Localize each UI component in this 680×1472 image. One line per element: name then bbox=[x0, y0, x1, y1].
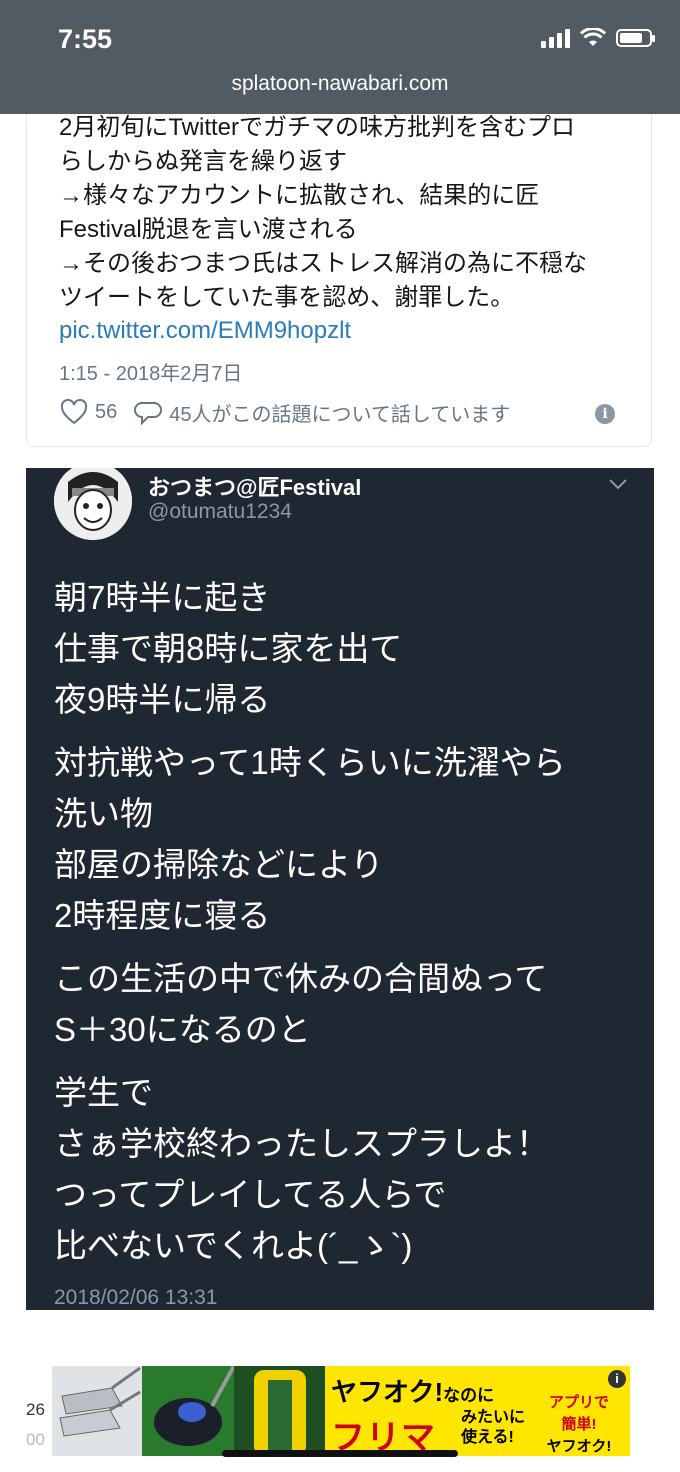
user-handle: @otumatu1234 bbox=[148, 500, 292, 523]
tweet-text-line: ツイートをしていた事を認め、謝罪した。 bbox=[59, 284, 515, 311]
ad-right-line: ヤフオク! bbox=[546, 1438, 612, 1455]
tweet-text-line: →その後おつまつ氏はストレス解消の為に不穏な bbox=[59, 250, 587, 277]
tweet-date[interactable]: 1:15 - 2018年2月7日 bbox=[59, 357, 242, 386]
reply-icon[interactable] bbox=[133, 397, 163, 427]
ad-side-line: 使える! bbox=[461, 1429, 514, 1446]
embedded-tweet-card: 2月初旬にTwitterでガチマの味方批判を含むプロ らしからぬ発言を繰り返す … bbox=[26, 92, 652, 447]
ad-right-line: 簡単! bbox=[561, 1416, 597, 1433]
home-indicator[interactable] bbox=[222, 1450, 458, 1457]
tweet-paragraph: 対抗戦やって1時くらいに洗濯やら 洗い物 部屋の掃除などにより 2時程度に寝る bbox=[54, 737, 644, 941]
tweet-text-line: Festival脱退を言い渡される bbox=[59, 216, 358, 243]
tweet-line: さぁ学校終わったしスプラしよ！ bbox=[54, 1125, 549, 1162]
tweet-paragraph: 朝7時半に起き 仕事で朝8時に家を出て 夜9時半に帰る bbox=[54, 572, 644, 725]
golf-driver-image bbox=[142, 1366, 234, 1456]
tweet-line: 洗い物 bbox=[54, 795, 153, 832]
system-icons bbox=[541, 28, 655, 48]
ad-behind-text: 26 bbox=[26, 1400, 45, 1419]
golf-bag-image bbox=[234, 1366, 325, 1456]
tweet-line: 仕事で朝8時に家を出て bbox=[54, 630, 403, 667]
tweet-image-link[interactable]: pic.twitter.com/EMM9hopzlt bbox=[59, 317, 351, 345]
tweet-text: 2月初旬にTwitterでガチマの味方批判を含むプロ らしからぬ発言を繰り返す … bbox=[59, 111, 639, 315]
like-count[interactable]: 56 bbox=[95, 401, 117, 424]
tweet-line: この生活の中で休みの合間ぬって bbox=[54, 960, 548, 997]
tweet-line: 夜9時半に帰る bbox=[54, 681, 271, 718]
conversation-text[interactable]: 45人がこの話題について話しています bbox=[169, 398, 510, 427]
tweet-line: 部屋の掃除などにより bbox=[54, 846, 384, 883]
ad-brand-name: ヤフオク! bbox=[331, 1377, 444, 1407]
tweet-text-line: らしからぬ発言を繰り返す bbox=[59, 148, 347, 175]
tweet-timestamp: 2018/02/06 13:31 bbox=[54, 1286, 218, 1309]
cellular-signal-icon bbox=[541, 28, 570, 48]
status-time: 7:55 bbox=[58, 24, 113, 54]
tweet-paragraph: この生活の中で休みの合間ぬって S＋30になるのと bbox=[54, 953, 644, 1055]
chevron-down-icon bbox=[609, 479, 627, 490]
wifi-icon bbox=[580, 28, 606, 46]
tweet-paragraph: 学生で さぁ学校終わったしスプラしよ！ つってプレイしてる人らで 比べないでくれ… bbox=[54, 1067, 644, 1271]
tweet-screenshot-image: おつまつ@匠Festival @otumatu1234 朝7時半に起き 仕事で朝… bbox=[26, 468, 654, 1310]
ad-behind-text: 00 bbox=[26, 1430, 45, 1449]
display-name: おつまつ@匠Festival bbox=[148, 475, 362, 500]
tweet-actions: 56 45人がこの話題について話しています bbox=[59, 397, 510, 427]
ad-info-icon[interactable]: i bbox=[608, 1370, 626, 1388]
ad-right-text: アプリで 簡単! ヤフオク! bbox=[536, 1392, 622, 1456]
ad-side-text: みたいに 使える! bbox=[461, 1408, 525, 1448]
tweet-line: 朝7時半に起き bbox=[54, 579, 271, 616]
tweet-body: 朝7時半に起き 仕事で朝8時に家を出て 夜9時半に帰る 対抗戦やって1時くらいに… bbox=[54, 572, 644, 1283]
golf-irons-image bbox=[52, 1366, 142, 1456]
tweet-line: 対抗戦やって1時くらいに洗濯やら bbox=[54, 744, 566, 781]
url-bar[interactable]: splatoon-nawabari.com bbox=[0, 72, 680, 96]
tweet-line: 比べないでくれよ(´_ゝ`) bbox=[54, 1227, 413, 1264]
tweet-line: 2時程度に寝る bbox=[54, 897, 271, 934]
ad-brand-suffix: なのに bbox=[443, 1386, 495, 1405]
ad-banner[interactable]: ヤフオク!なのに フリマ みたいに 使える! アプリで 簡単! ヤフオク! i bbox=[52, 1366, 630, 1456]
ad-brand: ヤフオク!なのに bbox=[331, 1372, 494, 1409]
info-icon[interactable]: i bbox=[595, 404, 615, 424]
avatar bbox=[54, 468, 132, 540]
tweet-line: S＋30になるのと bbox=[54, 1011, 311, 1048]
ad-copy: ヤフオク!なのに フリマ みたいに 使える! アプリで 簡単! ヤフオク! bbox=[325, 1366, 630, 1456]
heart-icon[interactable] bbox=[59, 397, 89, 427]
tweet-text-line: →様々なアカウントに拡散され、結果的に匠 bbox=[59, 182, 540, 209]
battery-icon bbox=[616, 29, 655, 47]
browser-header: 7:55 splatoon-nawabari.com bbox=[0, 0, 680, 114]
ad-right-line: アプリで bbox=[548, 1394, 609, 1411]
tweet-line: 学生で bbox=[54, 1074, 153, 1111]
tweet-line: つってプレイしてる人らで bbox=[54, 1176, 447, 1213]
avatar-illustration bbox=[54, 468, 132, 540]
ad-side-line: みたいに bbox=[461, 1409, 526, 1426]
tweet-text-line: 2月初旬にTwitterでガチマの味方批判を含むプロ bbox=[59, 114, 576, 141]
